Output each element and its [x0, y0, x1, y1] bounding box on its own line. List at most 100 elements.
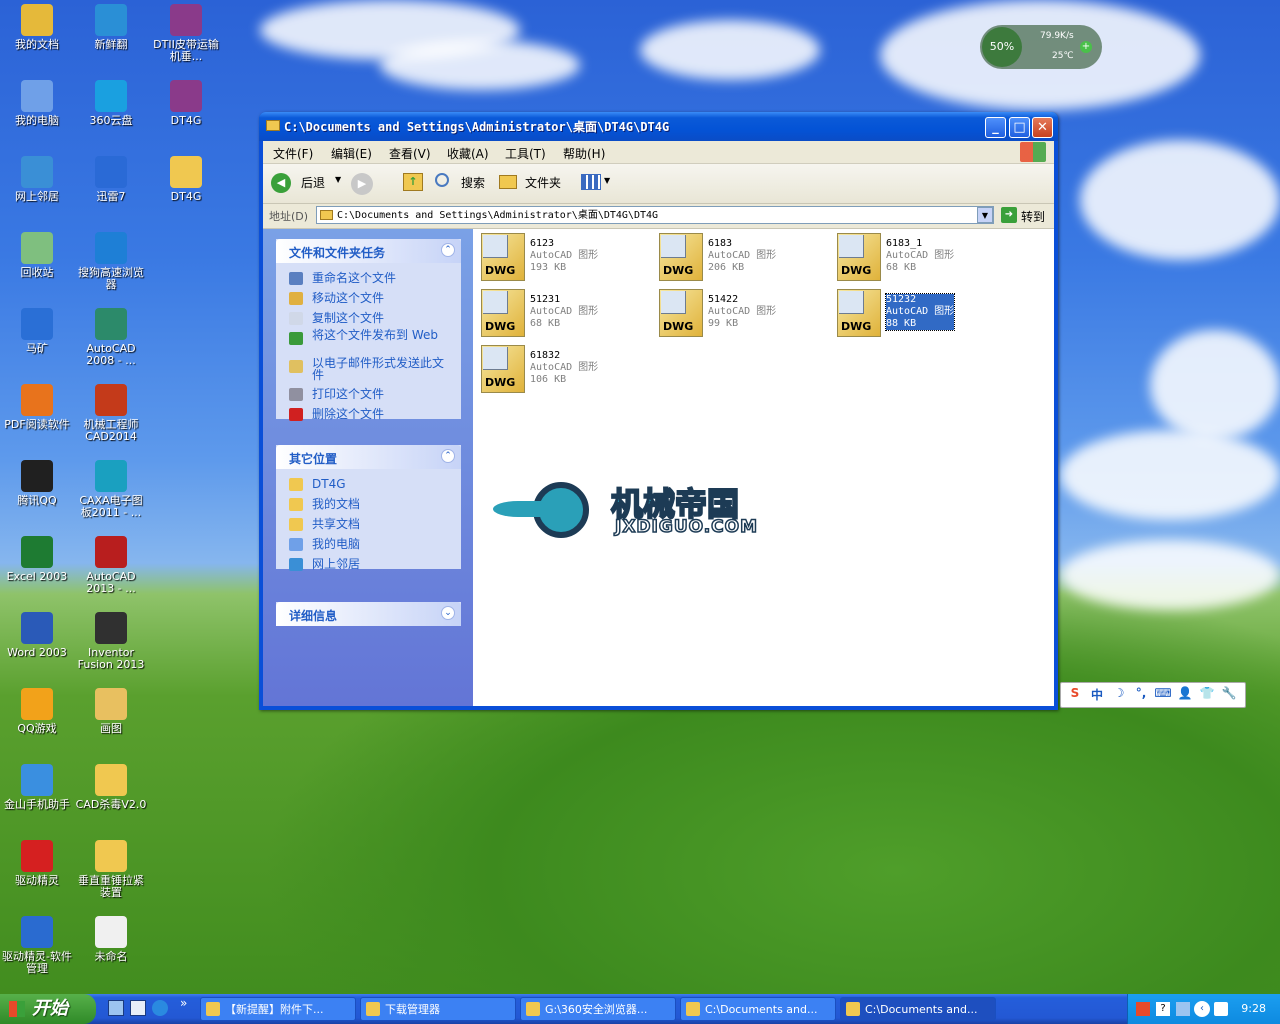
desktop-icon[interactable]: 360云盘: [74, 80, 148, 127]
more-icon[interactable]: »: [180, 996, 187, 1010]
taskbar-button[interactable]: C:\Documents and...: [680, 997, 836, 1021]
address-input[interactable]: C:\Documents and Settings\Administrator\…: [316, 206, 994, 224]
maximize-button[interactable]: □: [1009, 117, 1030, 138]
task-link[interactable]: 网上邻居: [276, 555, 461, 575]
network-tray-icon[interactable]: [1176, 1002, 1190, 1016]
taskbar-button[interactable]: C:\Documents and...: [840, 997, 996, 1021]
folders-button[interactable]: 文件夹: [497, 170, 567, 196]
menu-help[interactable]: 帮助(H): [563, 145, 605, 162]
task-link[interactable]: 删除这个文件: [276, 405, 461, 425]
desktop-icon[interactable]: QQ游戏: [0, 688, 74, 735]
start-button[interactable]: 开始: [0, 994, 96, 1024]
ime-button[interactable]: ☽: [1109, 686, 1129, 700]
task-link[interactable]: 重命名这个文件: [276, 269, 461, 289]
browser-icon[interactable]: [152, 1000, 168, 1016]
up-folder-button[interactable]: ↑: [403, 173, 425, 195]
taskbar-button[interactable]: 下载管理器: [360, 997, 516, 1021]
menu-tools[interactable]: 工具(T): [505, 145, 546, 162]
collapse-icon[interactable]: ⌃: [441, 449, 455, 463]
ime-button[interactable]: 👤: [1175, 686, 1195, 700]
desktop-icon[interactable]: Word 2003: [0, 612, 74, 659]
taskbar-button[interactable]: G:\360安全浏览器...: [520, 997, 676, 1021]
help-tray-icon[interactable]: ?: [1156, 1002, 1170, 1016]
search-icon[interactable]: [130, 1000, 146, 1016]
task-link[interactable]: 打印这个文件: [276, 385, 461, 405]
address-dropdown-button[interactable]: ▼: [977, 207, 993, 223]
task-link[interactable]: DT4G: [276, 475, 461, 495]
desktop-icon[interactable]: PDF阅读软件: [0, 384, 74, 431]
collapse-tray-icon[interactable]: ‹: [1194, 1001, 1210, 1017]
file-item[interactable]: DWG 51231 AutoCAD 图形 68 KB: [481, 289, 651, 341]
desktop-icon[interactable]: 回收站: [0, 232, 74, 279]
desktop-icon[interactable]: 新鲜翻: [74, 4, 148, 51]
ime-button[interactable]: S: [1065, 686, 1085, 700]
ime-button[interactable]: 🔧: [1219, 686, 1239, 700]
desktop-icon[interactable]: DT4G: [149, 156, 223, 203]
desktop-icon[interactable]: AutoCAD 2013 - ...: [74, 536, 148, 595]
ime-button[interactable]: 中: [1087, 686, 1107, 703]
volume-tray-icon[interactable]: [1214, 1002, 1228, 1016]
search-button[interactable]: 搜索: [433, 170, 493, 196]
back-button[interactable]: ◀ 后退 ▼: [269, 170, 344, 196]
desktop-icon[interactable]: Excel 2003: [0, 536, 74, 583]
file-item[interactable]: DWG 51232 AutoCAD 图形 88 KB: [837, 289, 1007, 341]
menu-favorites[interactable]: 收藏(A): [447, 145, 489, 162]
file-tasks-header[interactable]: 文件和文件夹任务 ⌃: [276, 239, 461, 263]
task-link[interactable]: 共享文档: [276, 515, 461, 535]
ime-toolbar[interactable]: S 中 ☽ °, ⌨ 👤 👕 🔧: [1060, 682, 1246, 708]
file-item[interactable]: DWG 61832 AutoCAD 图形 106 KB: [481, 345, 651, 397]
task-link[interactable]: 复制这个文件: [276, 309, 461, 329]
desktop-icon[interactable]: 驱动精灵: [0, 840, 74, 887]
task-link[interactable]: 我的电脑: [276, 535, 461, 555]
desktop-icon[interactable]: 迅雷7: [74, 156, 148, 203]
forward-button[interactable]: ▶: [351, 173, 373, 195]
desktop-icon[interactable]: 驱动精灵-软件管理: [0, 916, 74, 975]
desktop-icon[interactable]: 金山手机助手: [0, 764, 74, 811]
desktop-icon[interactable]: 网上邻居: [0, 156, 74, 203]
task-link[interactable]: 以电子邮件形式发送此文件: [276, 357, 461, 385]
expand-icon[interactable]: ⌄: [441, 606, 455, 620]
desktop-icon[interactable]: 画图: [74, 688, 148, 735]
desktop-icon[interactable]: 搜狗高速浏览器: [74, 232, 148, 291]
desktop-icon[interactable]: DTII皮带运输机垂...: [149, 4, 223, 63]
desktop-icon[interactable]: 马矿: [0, 308, 74, 355]
menu-edit[interactable]: 编辑(E): [331, 145, 372, 162]
ime-button[interactable]: °,: [1131, 686, 1151, 700]
minimize-button[interactable]: _: [985, 117, 1006, 138]
collapse-icon[interactable]: ⌃: [441, 243, 455, 257]
desktop-icon[interactable]: 我的文档: [0, 4, 74, 51]
task-link[interactable]: 我的文档: [276, 495, 461, 515]
menu-view[interactable]: 查看(V): [389, 145, 431, 162]
desktop-icon[interactable]: CAD杀毒V2.0: [74, 764, 148, 811]
show-desktop-icon[interactable]: [108, 1000, 124, 1016]
sogou-tray-icon[interactable]: [1136, 1002, 1150, 1016]
close-button[interactable]: ✕: [1032, 117, 1053, 138]
file-item[interactable]: DWG 6183 AutoCAD 图形 206 KB: [659, 233, 829, 285]
desktop-icon[interactable]: AutoCAD 2008 - ...: [74, 308, 148, 367]
desktop-icon[interactable]: 垂直重锤拉紧装置: [74, 840, 148, 899]
file-item[interactable]: DWG 51422 AutoCAD 图形 99 KB: [659, 289, 829, 341]
details-header[interactable]: 详细信息 ⌄: [276, 602, 461, 626]
add-icon[interactable]: +: [1080, 41, 1092, 53]
other-places-header[interactable]: 其它位置 ⌃: [276, 445, 461, 469]
desktop-icon[interactable]: DT4G: [149, 80, 223, 127]
desktop-icon[interactable]: Inventor Fusion 2013: [74, 612, 148, 671]
desktop-icon[interactable]: 我的电脑: [0, 80, 74, 127]
desktop-icon[interactable]: 机械工程师CAD2014: [74, 384, 148, 443]
menu-file[interactable]: 文件(F): [273, 145, 313, 162]
ime-button[interactable]: 👕: [1197, 686, 1217, 700]
file-item[interactable]: DWG 6123 AutoCAD 图形 193 KB: [481, 233, 651, 285]
system-monitor-gadget[interactable]: 50% 79.9K/s 25℃ +: [980, 25, 1102, 69]
desktop-icon[interactable]: CAXA电子图板2011 - ...: [74, 460, 148, 519]
ime-button[interactable]: ⌨: [1153, 686, 1173, 700]
task-link[interactable]: 移动这个文件: [276, 289, 461, 309]
clock[interactable]: 9:28: [1241, 1002, 1266, 1015]
back-dropdown-icon[interactable]: ▼: [335, 175, 341, 184]
desktop-icon[interactable]: 腾讯QQ: [0, 460, 74, 507]
title-bar[interactable]: C:\Documents and Settings\Administrator\…: [259, 112, 1058, 141]
taskbar-button[interactable]: 【新提醒】附件下...: [200, 997, 356, 1021]
go-button[interactable]: ➜ 转到: [999, 206, 1051, 225]
views-button[interactable]: ▼: [579, 172, 613, 194]
task-link[interactable]: 将这个文件发布到 Web: [276, 329, 461, 357]
file-item[interactable]: DWG 6183_1 AutoCAD 图形 68 KB: [837, 233, 1007, 285]
